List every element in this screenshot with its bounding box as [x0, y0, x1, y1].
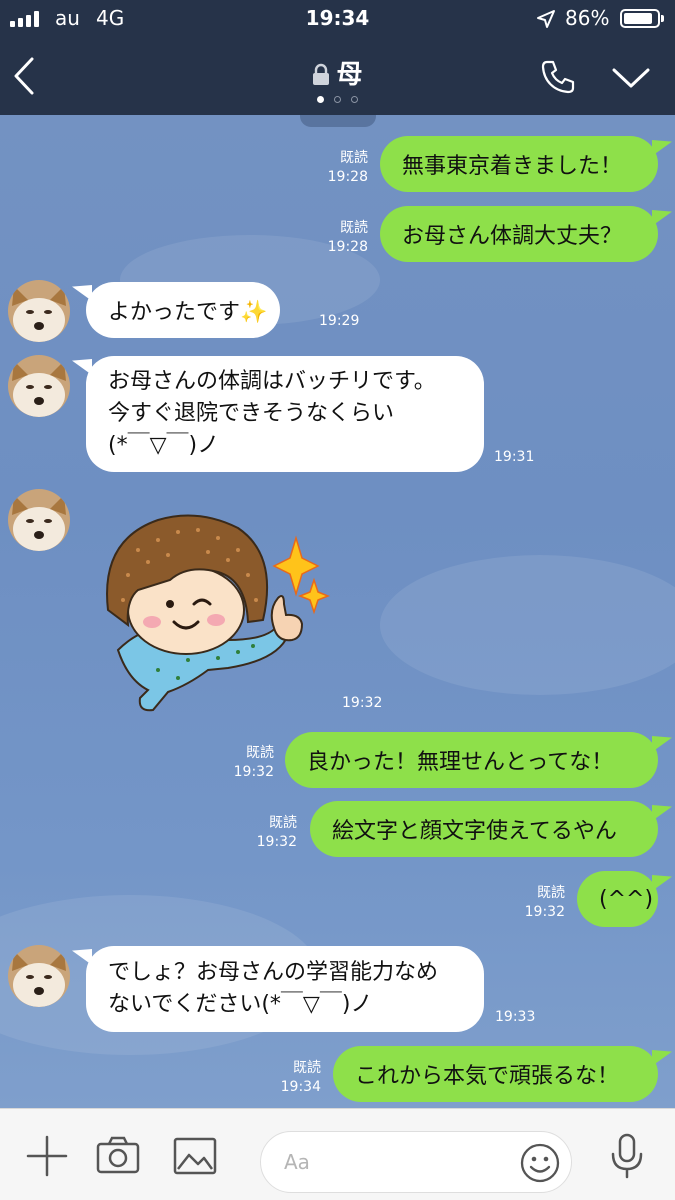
read-receipt: 既読 [293, 1060, 321, 1076]
plus-icon[interactable] [24, 1133, 70, 1179]
message-bubble-sent[interactable]: 絵文字と顔文字使えてるやん [310, 801, 658, 857]
message-text: 絵文字と顔文字使えてるやん [332, 819, 617, 844]
message-bubble-received[interactable]: お母さんの体調はバッチリです。 今すぐ退院できそうなくらい (*￣▽￣)ノ [86, 356, 484, 472]
message-meta: 既読 19:34 [279, 1059, 321, 1097]
microphone-icon[interactable] [604, 1133, 650, 1179]
message-text-line: 今すぐ退院できそうなくらい [108, 401, 395, 426]
avatar[interactable] [8, 280, 70, 342]
message-meta: 既読 19:32 [523, 884, 565, 922]
message-text-line: (*￣▽￣)ノ [108, 433, 220, 458]
read-receipt: 既読 [340, 220, 368, 236]
chevron-down-icon[interactable] [610, 62, 652, 92]
message-bubble-sent[interactable]: これから本気で頑張るな！ [333, 1046, 658, 1102]
page-dot [351, 96, 358, 103]
nav-bar: 母 [0, 40, 675, 115]
message-meta: 既読 19:28 [326, 219, 368, 257]
dog-avatar-icon [8, 355, 70, 417]
page-dot [317, 96, 324, 103]
avatar[interactable] [8, 355, 70, 417]
message-time: 19:32 [256, 834, 297, 850]
background-cloud [380, 555, 675, 695]
read-receipt: 既読 [246, 745, 274, 761]
page-dot [334, 96, 341, 103]
message-text: よかったです✨ [108, 300, 268, 325]
bubble-tail [72, 359, 92, 375]
read-receipt: 既読 [537, 885, 565, 901]
status-bar: au 4G 19:34 86% [0, 0, 675, 38]
location-arrow-icon [537, 10, 555, 28]
girl-thumbs-up-sticker[interactable] [78, 500, 334, 720]
message-time: 19:28 [327, 239, 368, 255]
message-bubble-sent[interactable]: 無事東京着きました！ [380, 136, 658, 192]
bubble-tail [652, 210, 672, 226]
message-time: 19:28 [327, 169, 368, 185]
avatar[interactable] [8, 945, 70, 1007]
message-text: 無事東京着きました！ [402, 154, 623, 179]
message-text-line: ないでください(*￣▽￣)ノ [108, 992, 373, 1017]
message-input-placeholder: Aa [284, 1150, 310, 1174]
message-time: 19:32 [233, 764, 274, 780]
message-bubble-received[interactable]: でしょ？お母さんの学習能力なめ ないでください(*￣▽￣)ノ [86, 946, 484, 1032]
battery-percent: 86% [565, 6, 610, 30]
message-time: 19:29 [319, 313, 360, 329]
message-bubble-sent[interactable]: (^^) [577, 871, 658, 927]
message-composer: Aa [0, 1108, 675, 1200]
bubble-tail [652, 1050, 672, 1066]
avatar[interactable] [8, 489, 70, 551]
message-time: 19:32 [524, 904, 565, 920]
message-bubble-sent[interactable]: お母さん体調大丈夫？ [380, 206, 658, 262]
message-bubble-received[interactable]: よかったです✨ [86, 282, 280, 338]
battery-icon [620, 9, 664, 28]
message-text-line: でしょ？お母さんの学習能力なめ [108, 960, 439, 985]
header: au 4G 19:34 86% 母 [0, 0, 675, 115]
scroll-indicator [300, 115, 376, 127]
bubble-tail [652, 140, 672, 156]
message-text: (^^) [599, 886, 654, 912]
message-text: 良かった！無理せんとってな！ [307, 750, 614, 775]
read-receipt: 既読 [340, 150, 368, 166]
message-meta: 既読 19:32 [255, 814, 297, 852]
message-meta: 既読 19:32 [232, 744, 274, 782]
dog-avatar-icon [8, 945, 70, 1007]
bubble-tail [652, 805, 672, 821]
message-text: お母さん体調大丈夫？ [402, 224, 623, 249]
message-time: 19:34 [280, 1079, 321, 1095]
bubble-tail [652, 875, 672, 891]
bubble-tail [652, 736, 672, 752]
dog-avatar-icon [8, 489, 70, 551]
image-icon[interactable] [172, 1133, 218, 1179]
message-time: 19:31 [494, 449, 535, 465]
lock-icon [313, 63, 330, 85]
read-receipt: 既読 [269, 815, 297, 831]
message-time: 19:33 [495, 1009, 536, 1025]
message-text-line: お母さんの体調はバッチリです。 [108, 369, 436, 394]
message-input[interactable]: Aa [260, 1131, 572, 1193]
bubble-tail [72, 285, 92, 301]
dog-avatar-icon [8, 280, 70, 342]
chat-area[interactable]: 既読 19:28 無事東京着きました！ 既読 19:28 お母さん体調大丈夫？ … [0, 115, 675, 1108]
emoji-icon[interactable] [519, 1142, 561, 1184]
phone-icon[interactable] [538, 58, 578, 98]
chat-title-text: 母 [336, 60, 363, 90]
message-meta: 既読 19:28 [326, 149, 368, 187]
message-text: これから本気で頑張るな！ [355, 1064, 620, 1089]
message-bubble-sent[interactable]: 良かった！無理せんとってな！ [285, 732, 658, 788]
message-time: 19:32 [342, 695, 383, 711]
camera-icon[interactable] [95, 1133, 141, 1179]
